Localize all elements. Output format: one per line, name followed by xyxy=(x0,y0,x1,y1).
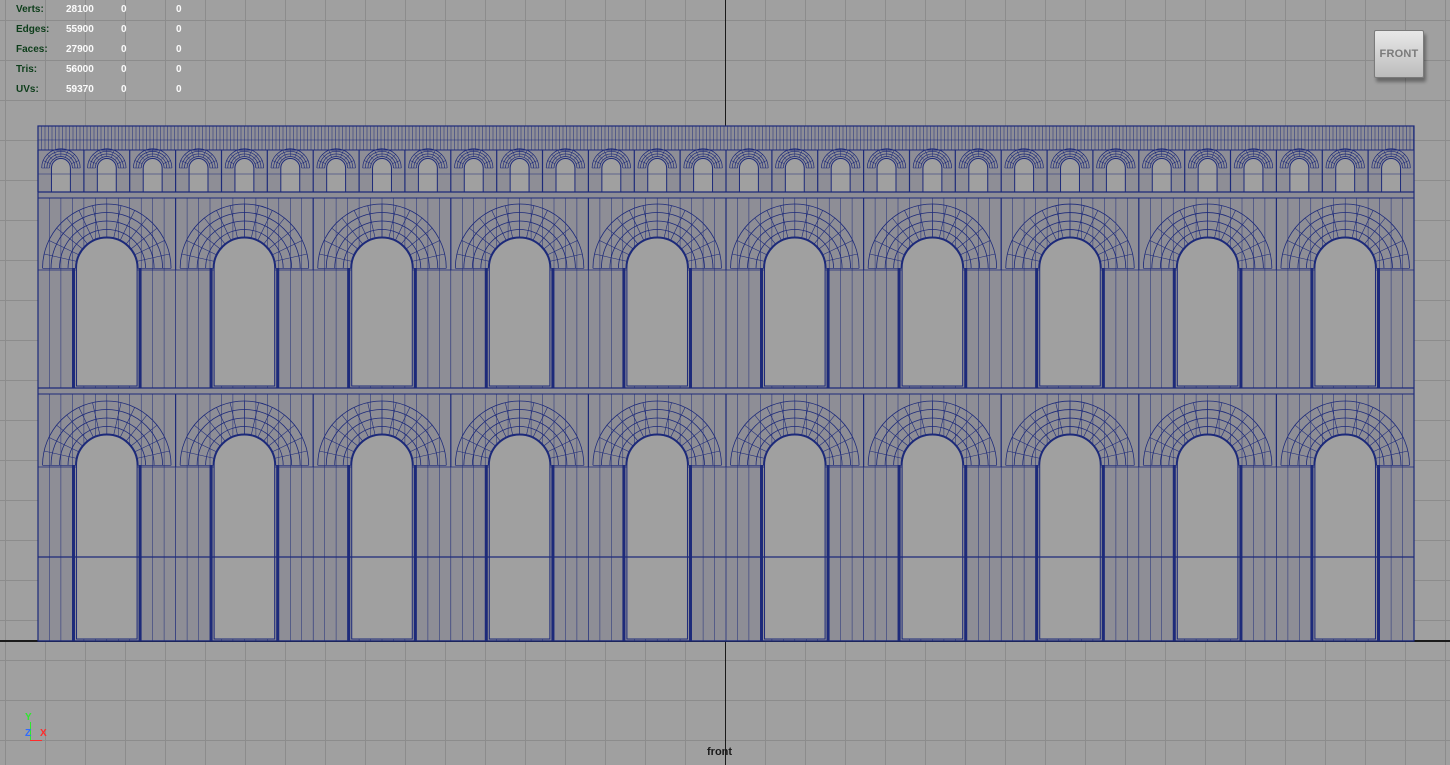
hud-row-uvs: UVs: 59370 0 0 xyxy=(16,80,196,100)
hud-value: 27900 xyxy=(66,44,94,55)
hud-value: 0 xyxy=(121,44,127,55)
hud-value: 0 xyxy=(176,4,182,15)
hud-label: Faces: xyxy=(16,44,48,55)
hud-value: 0 xyxy=(176,84,182,95)
hud-value: 56000 xyxy=(66,64,94,75)
camera-name-label: front xyxy=(707,746,733,758)
front-viewport[interactable]: Verts: 28100 0 0 Edges: 55900 0 0 Faces:… xyxy=(0,0,1450,765)
hud-value: 0 xyxy=(176,24,182,35)
x-axis-label: X xyxy=(40,728,47,739)
view-cube-label: FRONT xyxy=(1379,48,1419,60)
z-axis-label: Z xyxy=(25,728,32,739)
hud-value: 55900 xyxy=(66,24,94,35)
hud-label: Tris: xyxy=(16,64,38,75)
view-cube-front[interactable]: FRONT xyxy=(1374,30,1424,78)
hud-value: 0 xyxy=(121,84,127,95)
hud-value: 0 xyxy=(121,4,127,15)
hud-value: 0 xyxy=(176,64,182,75)
hud-row-tris: Tris: 56000 0 0 xyxy=(16,60,196,80)
x-axis-line xyxy=(30,740,42,741)
hud-value: 0 xyxy=(121,24,127,35)
arcade-wireframe-model[interactable] xyxy=(0,0,1450,765)
hud-value: 0 xyxy=(121,64,127,75)
y-axis-label: Y xyxy=(25,712,32,723)
hud-label: Verts: xyxy=(16,4,44,15)
hud-value: 0 xyxy=(176,44,182,55)
axis-gizmo: Y Z X xyxy=(22,712,52,746)
hud-value: 59370 xyxy=(66,84,94,95)
hud-label: UVs: xyxy=(16,84,39,95)
poly-count-hud: Verts: 28100 0 0 Edges: 55900 0 0 Faces:… xyxy=(16,0,196,100)
hud-value: 28100 xyxy=(66,4,94,15)
hud-label: Edges: xyxy=(16,24,50,35)
hud-row-verts: Verts: 28100 0 0 xyxy=(16,0,196,20)
hud-row-faces: Faces: 27900 0 0 xyxy=(16,40,196,60)
hud-row-edges: Edges: 55900 0 0 xyxy=(16,20,196,40)
